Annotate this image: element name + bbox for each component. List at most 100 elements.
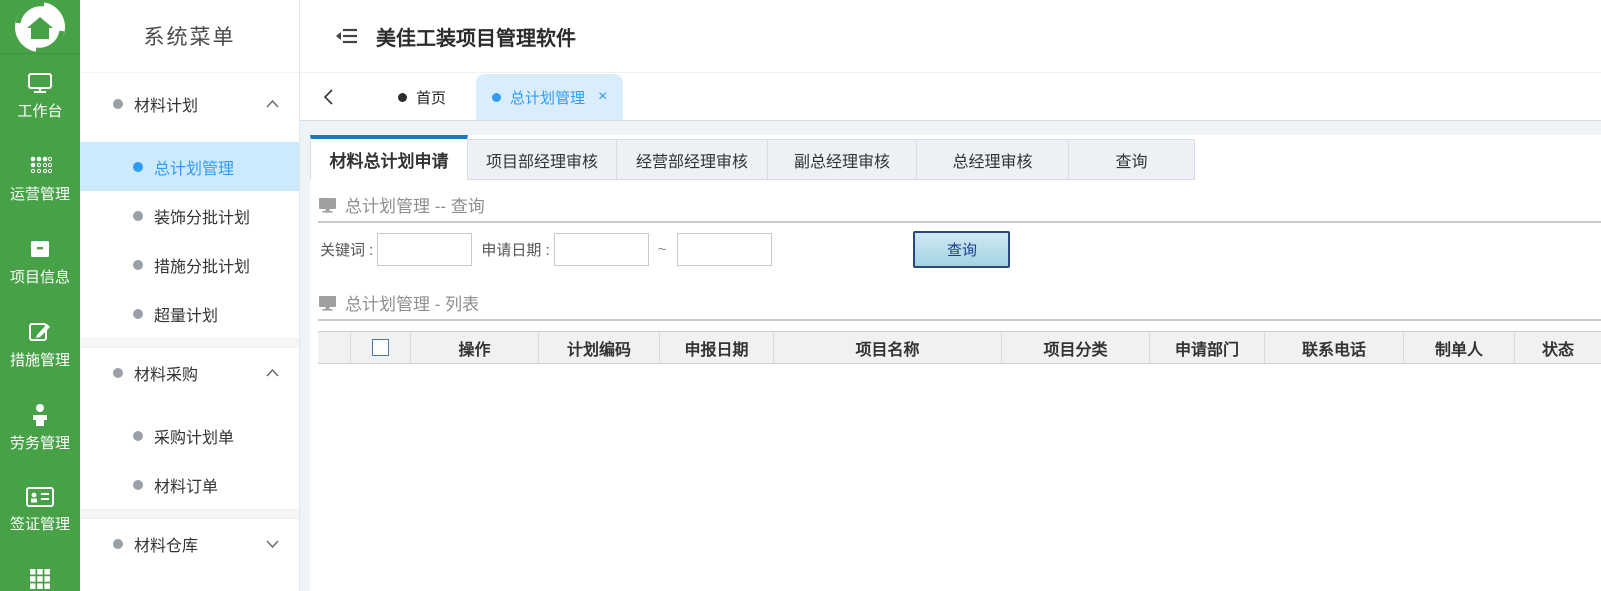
menu-item-label: 总计划管理 — [154, 160, 235, 178]
menu-item-material-order[interactable]: 材料订单 — [80, 460, 299, 509]
rail-item-operations[interactable]: 运营管理 — [0, 154, 80, 204]
table-col-spacer — [318, 332, 350, 363]
rail-item-label: 措施管理 — [9, 352, 70, 369]
rail-nav: 工作台 运营管理 项目信息 措施管理 劳务管理 签证管理 — [0, 54, 80, 591]
query-section-title: 总计划管理 -- 查询 — [345, 197, 485, 216]
date-from-input[interactable] — [553, 233, 649, 266]
keyword-label: 关键词 : — [320, 242, 374, 259]
table-header-row: 操作 计划编码 申报日期 项目名称 项目分类 申请部门 联系电话 制单人 状态 — [318, 331, 1601, 364]
tab-operations-dept-manager-review[interactable]: 经营部经理审核 — [616, 139, 768, 180]
menu-item-label: 装饰分批计划 — [154, 209, 251, 227]
list-section-title: 总计划管理 - 列表 — [345, 295, 480, 314]
table-col-apply-dept: 申请部门 — [1149, 332, 1264, 363]
grid-icon — [30, 569, 50, 589]
date-range-separator: ~ — [657, 241, 667, 258]
edit-icon — [29, 323, 50, 341]
table-col-actions: 操作 — [410, 332, 538, 363]
menu-item-master-plan-mgmt[interactable]: 总计划管理 — [80, 142, 299, 191]
menu-title: 系统菜单 — [80, 0, 299, 73]
menu-separator — [80, 338, 299, 348]
workflow-tabs: 材料总计划申请 项目部经理审核 经营部经理审核 副总经理审核 总经理审核 查询 — [310, 135, 1601, 180]
bullet-icon — [133, 161, 143, 172]
menu-item-label: 材料采购 — [134, 367, 199, 384]
tab-dot-icon — [492, 92, 502, 102]
chevron-left-icon — [323, 88, 333, 105]
page-tab-master-plan-mgmt[interactable]: 总计划管理 × — [476, 74, 624, 120]
page-tab-bar: 首页 总计划管理 × — [300, 73, 1601, 121]
person-icon — [33, 404, 47, 426]
chevron-up-icon — [266, 369, 279, 377]
id-card-icon — [26, 487, 54, 507]
app-window: 工作台 运营管理 项目信息 措施管理 劳务管理 签证管理 系统菜单 材料计划 总… — [0, 0, 1601, 591]
menu-item-label: 材料仓库 — [134, 538, 199, 555]
query-form: 关键词 : 申请日期 : ~ 查询 — [310, 223, 1601, 278]
date-to-input[interactable] — [677, 233, 773, 266]
bullet-icon — [133, 259, 143, 270]
content-area: 材料总计划申请 项目部经理审核 经营部经理审核 副总经理审核 总经理审核 查询 … — [300, 121, 1601, 591]
rail-item-more[interactable] — [0, 567, 80, 591]
tab-material-master-plan-apply[interactable]: 材料总计划申请 — [310, 135, 468, 180]
rail-item-visa[interactable]: 签证管理 — [0, 486, 80, 534]
menu-item-label: 材料计划 — [134, 98, 199, 115]
tab-general-manager-review[interactable]: 总经理审核 — [916, 139, 1069, 180]
page-tab-home[interactable]: 首页 — [376, 74, 468, 120]
tab-query[interactable]: 查询 — [1068, 139, 1195, 180]
tab-scroll-left-button[interactable] — [316, 85, 340, 109]
table-col-creator: 制单人 — [1403, 332, 1514, 363]
rail-item-label: 工作台 — [17, 103, 63, 120]
content-panel: 材料总计划申请 项目部经理审核 经营部经理审核 副总经理审核 总经理审核 查询 … — [310, 135, 1601, 591]
monitor-icon — [28, 73, 52, 93]
menu-group-material-purchase[interactable]: 材料采购 — [80, 348, 299, 398]
recycle-house-logo-icon — [15, 0, 65, 53]
menu-group-material-plan[interactable]: 材料计划 — [80, 79, 299, 129]
rail-item-label: 项目信息 — [9, 269, 70, 286]
menu-item-label: 超量计划 — [154, 307, 219, 325]
page-tab-label: 总计划管理 — [510, 89, 586, 107]
table-col-contact-phone: 联系电话 — [1264, 332, 1403, 363]
tab-dot-icon — [398, 92, 407, 102]
rail-item-label: 运营管理 — [9, 186, 70, 203]
table-col-status: 状态 — [1514, 332, 1601, 363]
table-body-empty — [310, 364, 1601, 591]
icon-rail: 工作台 运营管理 项目信息 措施管理 劳务管理 签证管理 — [0, 0, 80, 591]
rail-item-measures[interactable]: 措施管理 — [0, 320, 80, 370]
menu-group-material-warehouse[interactable]: 材料仓库 — [80, 519, 299, 569]
system-menu-panel: 系统菜单 材料计划 总计划管理 装饰分批计划 措施分批计划 超量计划 材料采购 … — [80, 0, 300, 591]
bullet-icon — [133, 308, 143, 319]
monitor-icon — [319, 295, 336, 311]
apps-dots-icon — [30, 156, 52, 174]
top-header: 美佳工装项目管理软件 — [300, 0, 1601, 73]
page-tab-label: 首页 — [416, 89, 447, 107]
keyword-input[interactable] — [377, 233, 473, 266]
menu-item-label: 措施分批计划 — [154, 258, 251, 276]
menu-item-label: 采购计划单 — [154, 429, 235, 447]
chevron-up-icon — [266, 100, 279, 108]
tab-deputy-general-manager-review[interactable]: 副总经理审核 — [767, 139, 917, 180]
app-logo[interactable] — [0, 0, 80, 54]
menu-item-decoration-batch-plan[interactable]: 装饰分批计划 — [80, 191, 299, 240]
monitor-icon — [319, 197, 336, 213]
menu-item-purchase-plan-order[interactable]: 采购计划单 — [80, 411, 299, 460]
rail-item-project-info[interactable]: 项目信息 — [0, 237, 80, 287]
table-col-select — [350, 332, 410, 363]
menu-fold-icon[interactable] — [336, 26, 360, 46]
rail-item-workbench[interactable]: 工作台 — [0, 71, 80, 121]
rail-item-label: 签证管理 — [9, 516, 70, 533]
menu-item-excess-plan[interactable]: 超量计划 — [80, 289, 299, 338]
bullet-icon — [113, 99, 123, 109]
tab-close-icon[interactable]: × — [598, 89, 607, 105]
chevron-down-icon — [266, 540, 279, 548]
select-all-checkbox[interactable] — [372, 339, 389, 356]
tab-project-dept-manager-review[interactable]: 项目部经理审核 — [467, 139, 617, 180]
menu-item-measure-batch-plan[interactable]: 措施分批计划 — [80, 240, 299, 289]
table-col-project-name: 项目名称 — [773, 332, 1001, 363]
bullet-icon — [113, 368, 123, 378]
search-button[interactable]: 查询 — [913, 231, 1011, 268]
table-col-plan-code: 计划编码 — [538, 332, 659, 363]
app-title: 美佳工装项目管理软件 — [376, 27, 576, 50]
rail-item-labor[interactable]: 劳务管理 — [0, 403, 80, 453]
table-col-project-category: 项目分类 — [1001, 332, 1149, 363]
main-region: 美佳工装项目管理软件 首页 总计划管理 × 材料总计划申请 项目部经理审核 经营… — [300, 0, 1601, 591]
apply-date-label: 申请日期 : — [481, 242, 550, 259]
bullet-icon — [133, 430, 143, 441]
